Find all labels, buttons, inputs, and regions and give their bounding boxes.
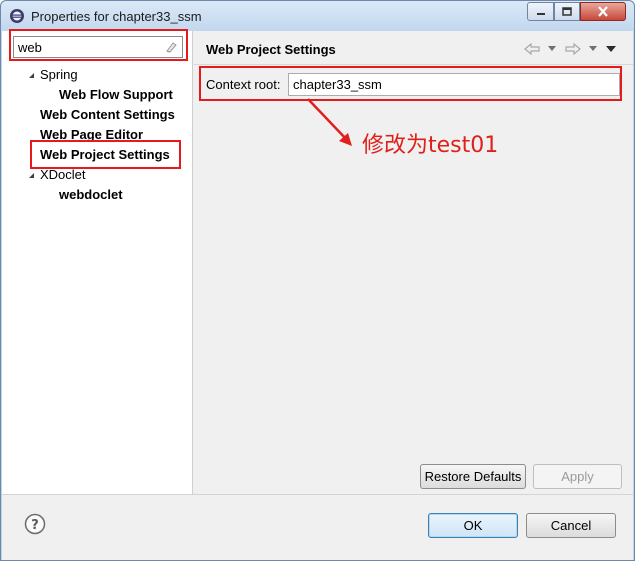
restore-defaults-button[interactable]: Restore Defaults	[420, 464, 526, 489]
dialog-client-area: Spring Web Flow Support Web Content Sett…	[2, 31, 633, 560]
forward-menu-chevron-icon[interactable]	[589, 46, 597, 52]
back-arrow-icon	[524, 43, 540, 55]
tree-item-spring[interactable]: Spring	[14, 65, 184, 85]
filter-input[interactable]	[14, 37, 160, 57]
annotation-text: 修改为test01	[362, 133, 499, 158]
tree-item-web-content-settings[interactable]: Web Content Settings	[40, 105, 175, 125]
button-bar-separator	[2, 494, 633, 495]
tree-item-label: Web Flow Support	[59, 87, 173, 102]
tree-item-web-project-settings[interactable]: Web Project Settings	[40, 145, 170, 165]
filter-field[interactable]	[13, 36, 183, 58]
close-button[interactable]	[580, 2, 626, 21]
tree-item-label: webdoclet	[59, 187, 123, 202]
tree-item-label: Web Project Settings	[40, 147, 170, 162]
title-bar[interactable]: Properties for chapter33_ssm	[1, 1, 634, 31]
clear-filter-icon[interactable]	[164, 40, 178, 54]
tree-item-label: Web Content Settings	[40, 107, 175, 122]
tree-item-web-page-editor[interactable]: Web Page Editor	[40, 125, 143, 145]
tree-item-webdoclet[interactable]: webdoclet	[59, 185, 123, 205]
view-menu-icon	[606, 45, 616, 52]
tree-item-label: XDoclet	[40, 167, 86, 182]
svg-text:?: ?	[31, 518, 39, 533]
tree-item-xdoclet[interactable]: XDoclet	[14, 165, 184, 185]
expanded-arrow-icon[interactable]	[27, 171, 36, 180]
navigation-pane: Spring Web Flow Support Web Content Sett…	[2, 31, 193, 494]
maximize-button[interactable]	[554, 2, 580, 21]
window-title: Properties for chapter33_ssm	[31, 9, 202, 24]
context-root-input[interactable]	[288, 73, 620, 96]
eclipse-app-icon	[10, 9, 24, 23]
ok-button[interactable]: OK	[428, 513, 518, 538]
header-separator	[194, 64, 633, 65]
cancel-button[interactable]: Cancel	[526, 513, 616, 538]
forward-arrow-icon	[565, 43, 581, 55]
expanded-arrow-icon[interactable]	[27, 71, 36, 80]
help-icon[interactable]: ?	[24, 513, 46, 535]
context-root-label: Context root:	[206, 77, 281, 92]
maximize-icon	[562, 7, 572, 16]
properties-page: Web Project Settings Context root: 修改为te…	[194, 31, 633, 494]
page-title: Web Project Settings	[206, 42, 336, 57]
close-icon	[598, 6, 608, 17]
annotation-arrow	[307, 98, 352, 146]
tree-item-web-flow-support[interactable]: Web Flow Support	[59, 85, 173, 105]
back-button[interactable]	[524, 41, 556, 57]
minimize-button[interactable]	[527, 2, 554, 21]
tree-item-label: Spring	[40, 67, 78, 82]
forward-button[interactable]	[565, 41, 597, 57]
minimize-icon	[536, 12, 545, 15]
back-menu-chevron-icon[interactable]	[548, 46, 556, 52]
properties-dialog: Properties for chapter33_ssm Spring	[0, 0, 635, 561]
view-menu-button[interactable]	[606, 41, 616, 57]
tree-item-label: Web Page Editor	[40, 127, 144, 142]
apply-button[interactable]: Apply	[533, 464, 622, 489]
